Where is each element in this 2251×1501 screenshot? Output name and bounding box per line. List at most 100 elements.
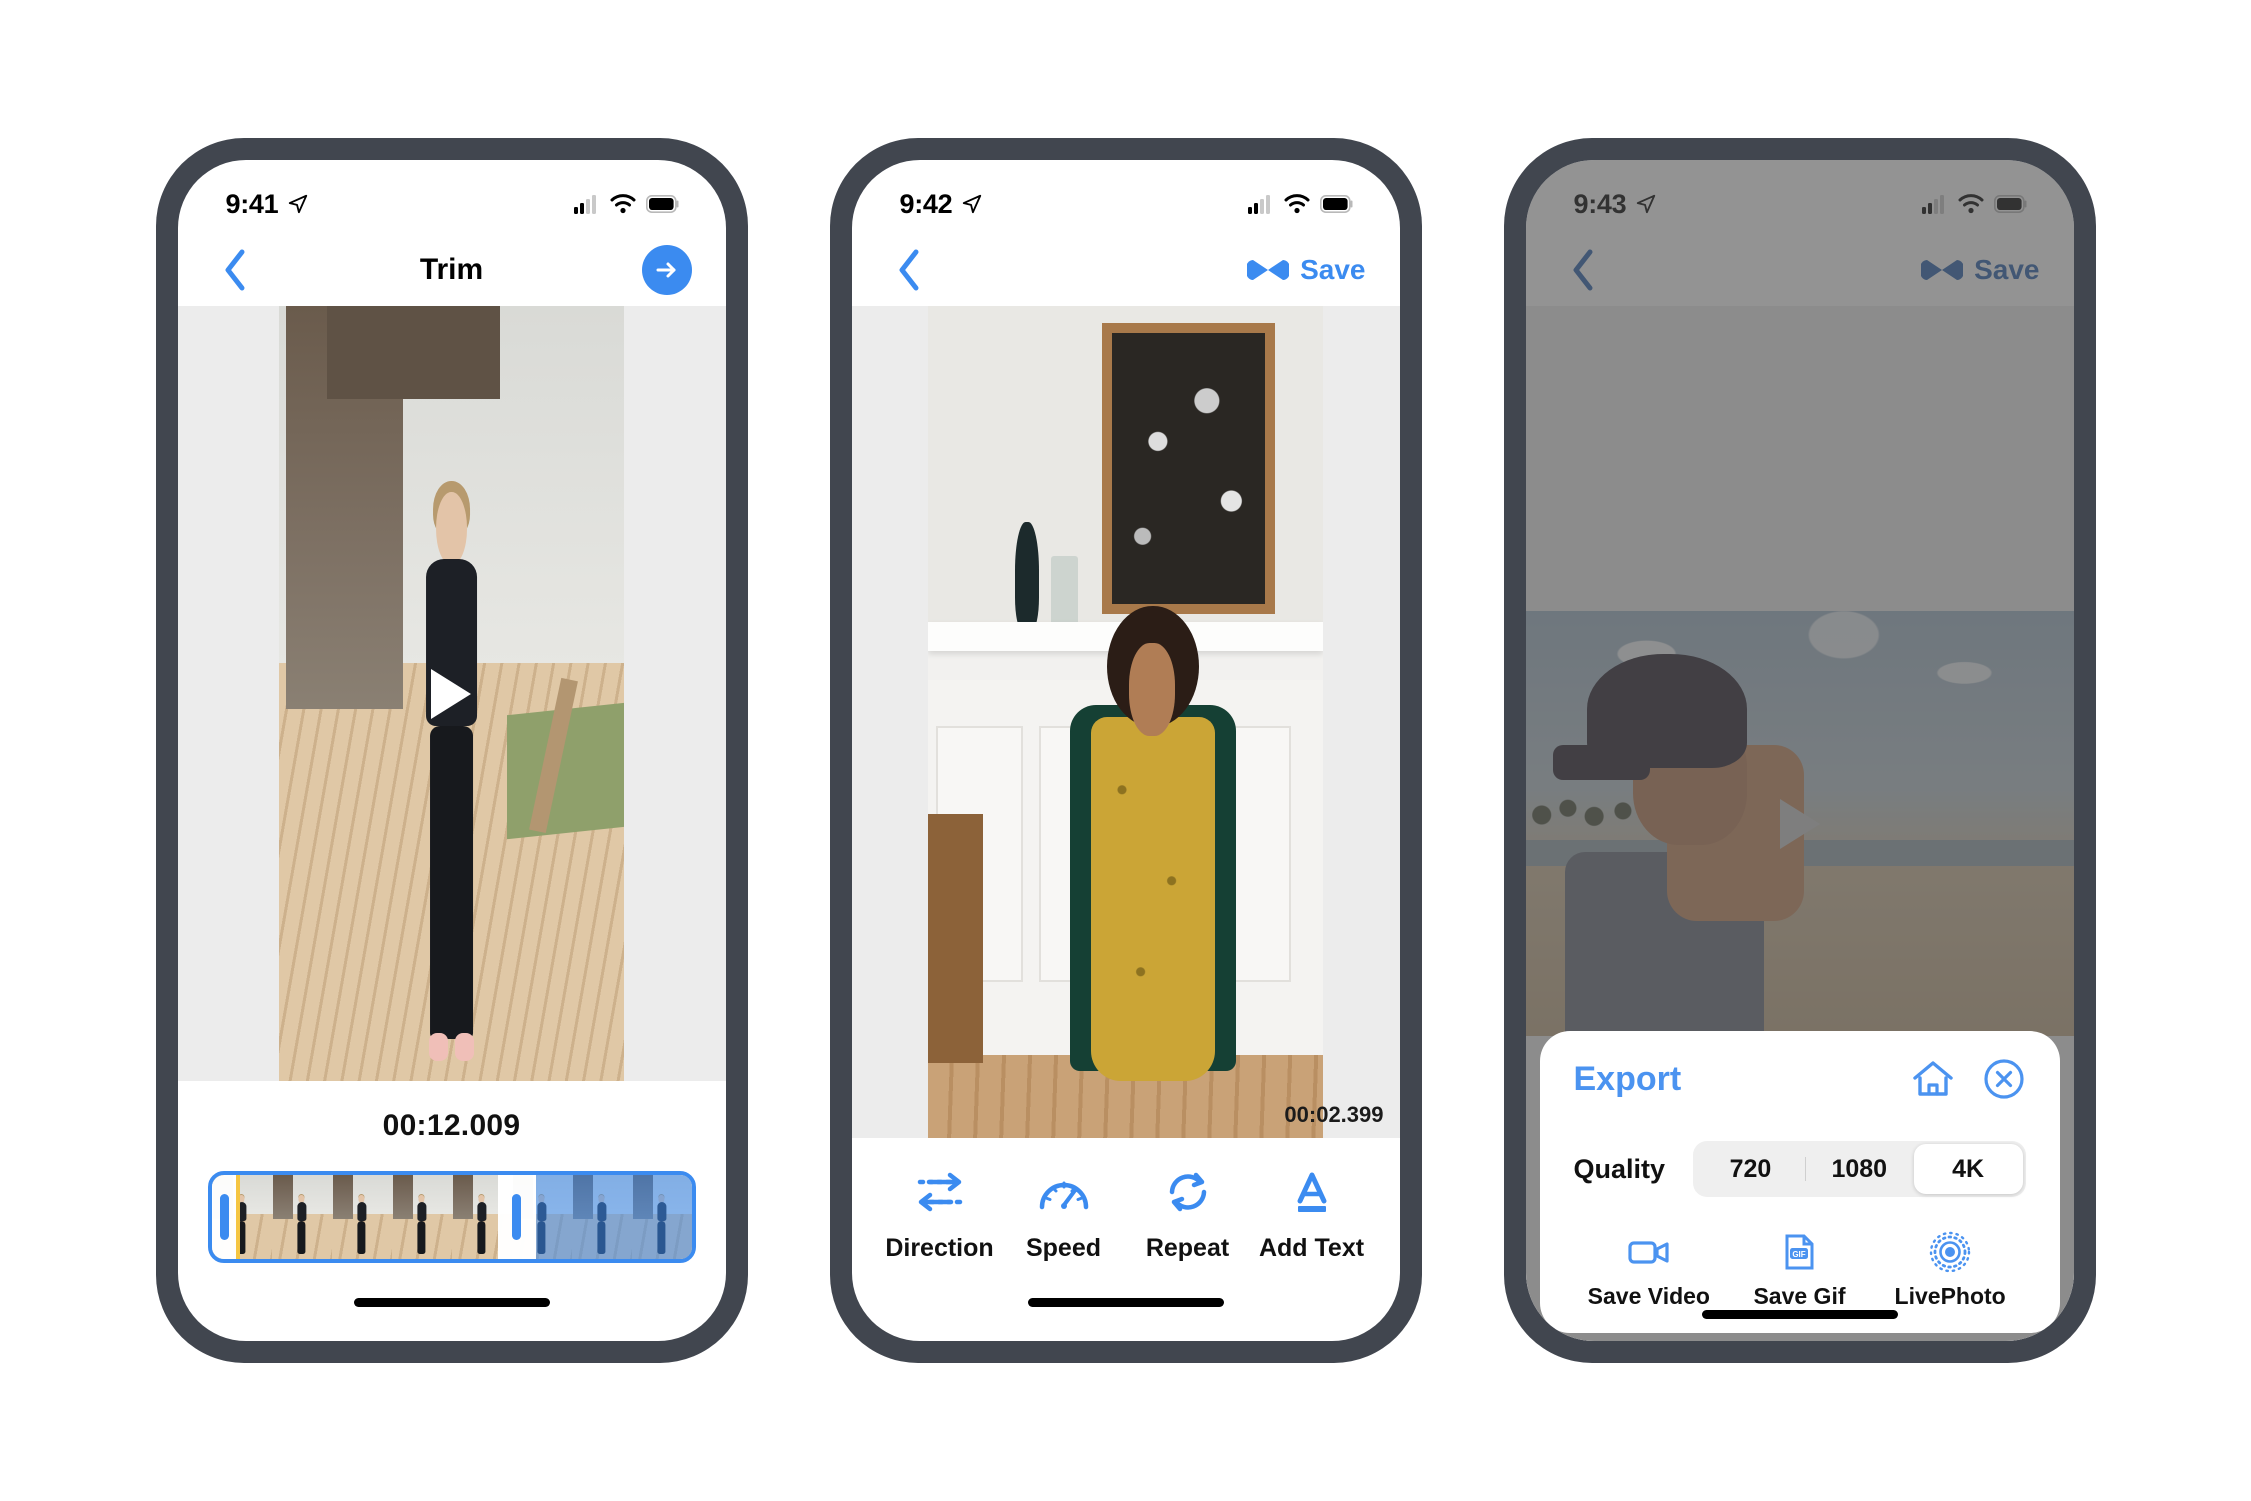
nav-bar-trim: Trim (178, 234, 726, 306)
tool-speed[interactable]: Speed (1004, 1164, 1124, 1263)
phone-device-edit: 9:42 Save 00:02.399 Direction Speed Repe… (829, 138, 1422, 1363)
speedometer-icon (1036, 1164, 1092, 1220)
video-canvas (928, 306, 1323, 1138)
edit-toolbar: Direction Speed Repeat Add Text (851, 1138, 1400, 1263)
location-arrow-icon (1637, 194, 1656, 214)
cellular-signal-icon (1921, 195, 1944, 214)
quality-option-4k[interactable]: 4K (1913, 1144, 2023, 1194)
trim-duration-label: 00:12.009 (382, 1109, 521, 1142)
filmstrip-unselected-region (535, 1175, 692, 1259)
playhead-marker[interactable] (235, 1175, 240, 1259)
status-bar: 9:42 (852, 160, 1400, 234)
action-label: LivePhoto (1894, 1283, 2006, 1309)
livephoto-button[interactable]: LivePhoto (1875, 1231, 2025, 1310)
status-left: 9:41 (226, 189, 310, 220)
status-bar: 9:43 (1526, 160, 2074, 234)
gif-file-icon: GIF (1781, 1231, 1817, 1273)
back-button[interactable] (886, 247, 932, 293)
quality-segmented-control[interactable]: 720 1080 4K (1693, 1141, 2026, 1197)
nav-bar-export: Save (1526, 234, 2074, 306)
wifi-icon (610, 194, 635, 214)
livephoto-icon (1929, 1231, 1971, 1273)
tool-repeat[interactable]: Repeat (1128, 1164, 1248, 1263)
export-header-actions (1910, 1057, 2026, 1101)
chevron-left-icon (1573, 249, 1592, 291)
status-time: 9:42 (899, 188, 953, 219)
video-camera-icon (1627, 1231, 1671, 1273)
quality-option-720[interactable]: 720 (1696, 1144, 1805, 1194)
status-time: 9:43 (1573, 188, 1627, 219)
cellular-signal-icon (573, 195, 596, 214)
quality-label: Quality (1573, 1153, 1666, 1184)
tool-label: Direction (885, 1234, 994, 1262)
action-label: Save Gif (1753, 1283, 1846, 1309)
trim-panel: 00:12.009 (177, 1081, 726, 1263)
export-actions: Save Video GIF Save Gif LivePhoto (1574, 1231, 2026, 1310)
svg-text:GIF: GIF (1793, 1250, 1806, 1259)
quality-option-1080[interactable]: 1080 (1804, 1144, 1914, 1194)
video-preview-trim[interactable] (177, 306, 726, 1081)
cellular-signal-icon (1247, 195, 1270, 214)
text-a-icon (1284, 1164, 1340, 1220)
trim-handle-right[interactable] (511, 1194, 521, 1240)
export-title: Export (1573, 1059, 1682, 1098)
arrow-right-icon (656, 262, 675, 278)
save-label: Save (1300, 254, 1366, 285)
status-right (1921, 194, 2028, 214)
two-way-arrows-icon (912, 1164, 968, 1220)
save-label: Save (1974, 254, 2040, 285)
chevron-left-icon (225, 249, 244, 291)
back-button[interactable] (1560, 247, 1606, 293)
play-button[interactable] (431, 668, 472, 719)
next-button[interactable] (641, 245, 692, 295)
export-header: Export (1574, 1057, 2026, 1101)
video-preview-edit[interactable]: 00:02.399 (851, 306, 1400, 1138)
battery-icon (1319, 195, 1352, 213)
close-button[interactable] (1982, 1057, 2026, 1101)
tool-add-text[interactable]: Add Text (1252, 1164, 1372, 1263)
home-indicator[interactable] (1701, 1310, 1898, 1319)
status-right (1247, 194, 1354, 214)
loop-bowtie-icon (1921, 260, 1964, 280)
chevron-left-icon (899, 249, 918, 291)
home-indicator[interactable] (1027, 1297, 1224, 1307)
home-indicator-area (1574, 1310, 2026, 1335)
phone-device-trim: 9:41 Trim 00:12.009 (155, 138, 748, 1363)
tool-direction[interactable]: Direction (880, 1164, 1000, 1263)
quality-row: Quality 720 1080 4K (1574, 1141, 2026, 1197)
play-button (1779, 798, 1820, 849)
tool-label: Add Text (1258, 1234, 1365, 1262)
refresh-loop-icon (1160, 1164, 1216, 1220)
phone-screen-export: 9:43 Save Export Quality 720 1080 4K Sav… (1525, 160, 2074, 1341)
wifi-icon (1958, 194, 1983, 214)
save-gif-button[interactable]: GIF Save Gif (1724, 1231, 1874, 1310)
loop-bowtie-icon (1247, 260, 1290, 280)
back-button[interactable] (212, 247, 258, 293)
tool-label: Repeat (1145, 1234, 1230, 1262)
battery-icon (1993, 195, 2026, 213)
status-time: 9:41 (225, 188, 279, 219)
close-circle-icon (1983, 1059, 2024, 1099)
home-indicator[interactable] (353, 1297, 550, 1307)
wifi-icon (1284, 194, 1309, 214)
save-video-button[interactable]: Save Video (1574, 1231, 1724, 1310)
action-label: Save Video (1587, 1283, 1710, 1309)
trim-handle-left[interactable] (219, 1194, 229, 1240)
status-left: 9:42 (900, 189, 984, 220)
location-arrow-icon (289, 194, 308, 214)
phone-device-export: 9:43 Save Export Quality 720 1080 4K Sav… (1503, 138, 2096, 1363)
video-canvas (278, 306, 625, 1081)
screenshot-stage: 9:41 Trim 00:12.009 9:42 Save 00:02.399 … (0, 0, 2251, 1501)
home-button[interactable] (1910, 1058, 1956, 1100)
video-canvas (1525, 611, 2074, 1036)
save-button[interactable]: Save (1921, 254, 2040, 286)
status-bar: 9:41 (178, 160, 726, 234)
trim-filmstrip[interactable] (207, 1171, 696, 1263)
save-button[interactable]: Save (1247, 254, 1366, 286)
video-timestamp: 00:02.399 (1284, 1102, 1384, 1127)
home-indicator-area (178, 1263, 726, 1341)
phone-screen-trim: 9:41 Trim 00:12.009 (177, 160, 726, 1341)
phone-screen-edit: 9:42 Save 00:02.399 Direction Speed Repe… (851, 160, 1400, 1341)
nav-bar-edit: Save (852, 234, 1400, 306)
status-right (573, 194, 680, 214)
